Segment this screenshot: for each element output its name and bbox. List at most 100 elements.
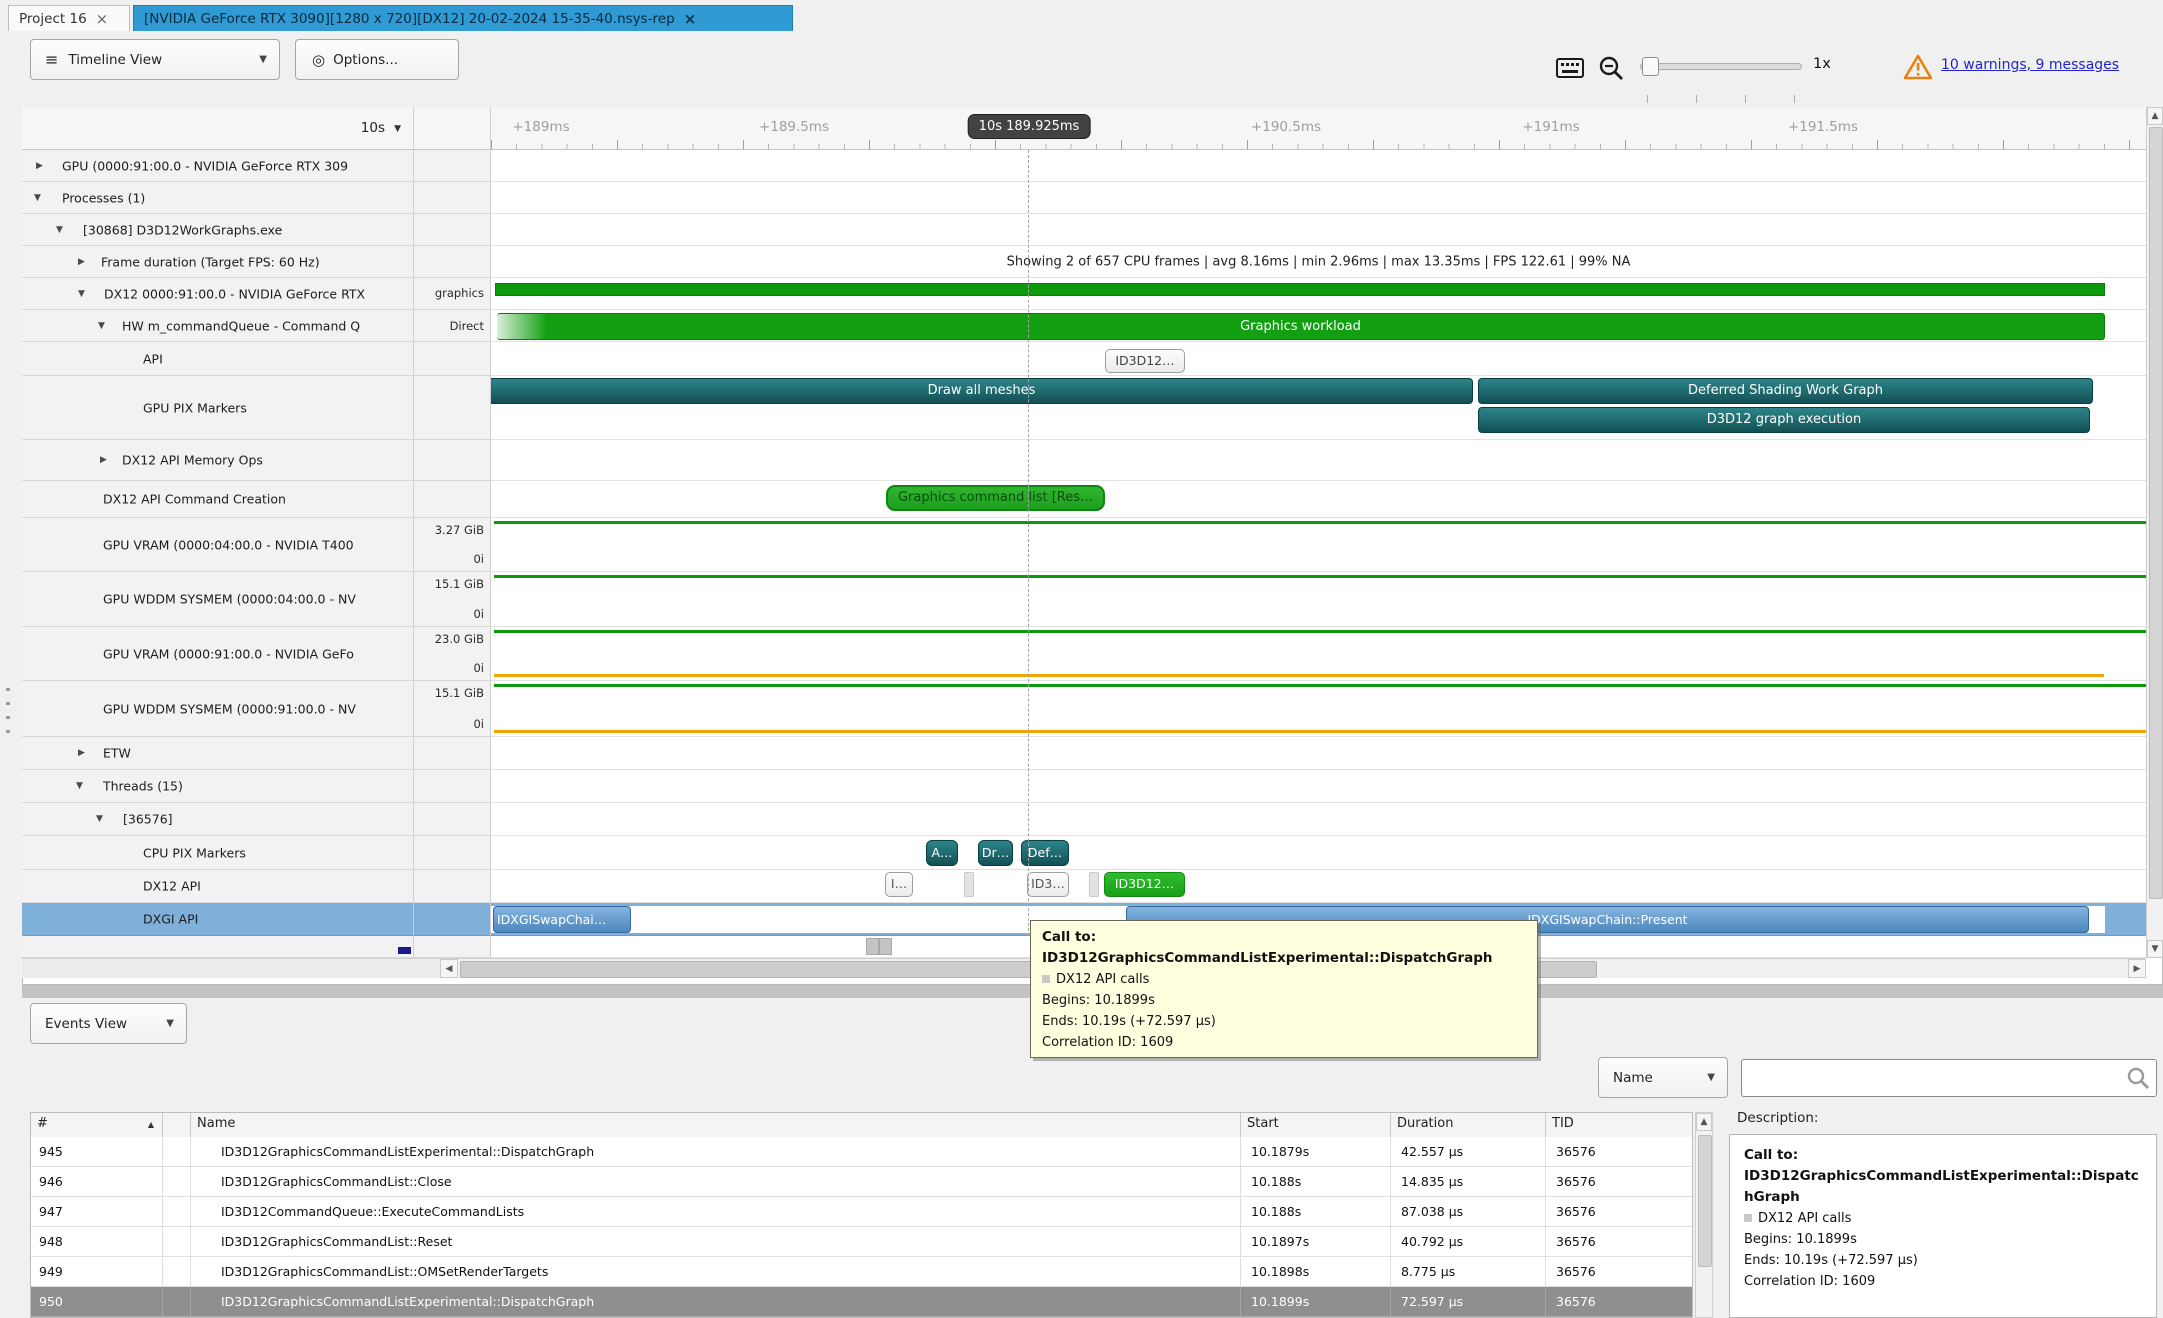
timeline-track-process[interactable]	[490, 214, 2146, 246]
tree-row-etw[interactable]: ▶ ETW	[22, 737, 413, 770]
tree-row-gpu-pix-markers[interactable]: GPU PIX Markers	[22, 376, 413, 440]
expand-collapsed-icon[interactable]: ▶	[78, 748, 85, 758]
dx12-dispatch-graph-box[interactable]: ID3D12…	[1104, 872, 1185, 897]
zoom-out-icon[interactable]	[1598, 55, 1624, 81]
timeline-track-command-creation[interactable]: Graphics command list [Res…	[490, 481, 2146, 518]
expand-collapsed-icon[interactable]: ▶	[36, 161, 43, 171]
command-list-bar[interactable]: Graphics command list [Res…	[886, 485, 1105, 511]
partial-event-box[interactable]	[879, 938, 892, 955]
column-header-start[interactable]: Start	[1241, 1113, 1391, 1137]
origin-dropdown-icon[interactable]: ▼	[394, 124, 401, 134]
view-selector-dropdown[interactable]: ≡ Timeline View ▼	[30, 39, 280, 80]
options-button[interactable]: ◎ Options...	[295, 39, 459, 80]
timeline-track-sysmem-04[interactable]	[490, 572, 2146, 627]
event-row-945[interactable]: 945 ID3D12GraphicsCommandListExperimenta…	[31, 1137, 1693, 1167]
expand-expanded-icon[interactable]: ▼	[34, 193, 41, 203]
tree-header[interactable]: 10s ▼	[22, 107, 413, 150]
scroll-left-icon[interactable]: ◀	[440, 959, 458, 978]
expand-expanded-icon[interactable]: ▼	[76, 781, 83, 791]
draw-all-meshes-bar[interactable]: Draw all meshes	[491, 378, 1473, 404]
timeline-track-hw-queue[interactable]: Graphics workload	[490, 310, 2146, 342]
left-splitter-handle[interactable]	[6, 688, 10, 744]
tree-row-api[interactable]: API	[22, 342, 413, 376]
column-header-spacer[interactable]	[163, 1113, 191, 1137]
event-row-947[interactable]: 947 ID3D12CommandQueue::ExecuteCommandLi…	[31, 1197, 1693, 1227]
dx12-call-sliver[interactable]	[1089, 872, 1099, 897]
events-table-vscrollbar[interactable]: ▲	[1695, 1112, 1713, 1318]
timeline-track-gpu-pix[interactable]: Draw all meshes Deferred Shading Work Gr…	[490, 376, 2146, 440]
column-header-duration[interactable]: Duration	[1391, 1113, 1546, 1137]
timeline-track-cpu-pix[interactable]: A… Dr… Def…	[490, 836, 2146, 870]
timeline-track-api[interactable]: ID3D12…	[490, 342, 2146, 376]
timeline-track-frame-duration[interactable]: Showing 2 of 657 CPU frames | avg 8.16ms…	[490, 246, 2146, 278]
tree-row-gpu[interactable]: ▶ GPU (0000:91:00.0 - NVIDIA GeForce RTX…	[22, 150, 413, 182]
tree-row-gpu-vram-3090[interactable]: GPU VRAM (0000:91:00.0 - NVIDIA GeFo	[22, 627, 413, 681]
tree-row-command-creation[interactable]: DX12 API Command Creation	[22, 481, 413, 518]
timeline-track-gpu[interactable]	[490, 150, 2146, 182]
tab-project[interactable]: Project 16 ×	[8, 5, 130, 31]
timeline-track-memory-ops[interactable]	[490, 440, 2146, 481]
dxgi-swapchain-bar[interactable]: IDXGISwapChai…	[493, 906, 631, 933]
dx12-call-box-1[interactable]: I…	[885, 872, 913, 897]
cpu-marker-dr-box[interactable]: Dr…	[978, 840, 1013, 866]
tab-report-close-icon[interactable]: ×	[684, 12, 697, 26]
expand-expanded-icon[interactable]: ▼	[98, 321, 105, 331]
tree-row-wddm-sysmem-3090[interactable]: GPU WDDM SYSMEM (0000:91:00.0 - NV	[22, 681, 413, 737]
time-marker-badge[interactable]: 10s 189.925ms	[968, 114, 1091, 139]
scroll-up-icon[interactable]: ▲	[2147, 107, 2163, 125]
expand-expanded-icon[interactable]: ▼	[78, 289, 85, 299]
expand-collapsed-icon[interactable]: ▶	[100, 455, 107, 465]
timeline-track-processes[interactable]	[490, 182, 2146, 214]
event-row-948[interactable]: 948 ID3D12GraphicsCommandList::Reset 10.…	[31, 1227, 1693, 1257]
column-header-tid[interactable]: TID	[1546, 1113, 1693, 1137]
tree-row-threads[interactable]: ▼ Threads (15)	[22, 770, 413, 803]
search-icon[interactable]	[2126, 1066, 2150, 1094]
tree-row-memory-ops[interactable]: ▶ DX12 API Memory Ops	[22, 440, 413, 481]
timeline-track-vram-t400[interactable]	[490, 518, 2146, 572]
tree-row-processes[interactable]: ▼ Processes (1)	[22, 182, 413, 214]
tree-row-frame-duration[interactable]: ▶ Frame duration (Target FPS: 60 Hz)	[22, 246, 413, 278]
timeline-track-dx12-api[interactable]: I… ID3… ID3D12…	[490, 870, 2146, 903]
dx12-call-box-2[interactable]: ID3…	[1027, 872, 1069, 897]
events-vscrollbar-thumb[interactable]	[1698, 1135, 1712, 1267]
timeline-track-threads[interactable]	[490, 770, 2146, 803]
graph-execution-bar[interactable]: D3D12 graph execution	[1478, 407, 2090, 433]
event-row-950-selected[interactable]: 950 ID3D12GraphicsCommandListExperimenta…	[31, 1287, 1693, 1317]
tree-row-process-30868[interactable]: ▼ [30868] D3D12WorkGraphs.exe	[22, 214, 413, 246]
timeline-vscrollbar[interactable]: ▲ ▼	[2146, 107, 2163, 958]
cpu-marker-a-box[interactable]: A…	[926, 840, 958, 866]
api-call-box[interactable]: ID3D12…	[1105, 349, 1185, 373]
tree-row-cpu-pix-markers[interactable]: CPU PIX Markers	[22, 836, 413, 870]
timeline-ruler[interactable]: +189ms +189.5ms +190.5ms +191ms +191.5ms…	[490, 107, 2146, 150]
filter-field-dropdown[interactable]: Name ▼	[1598, 1057, 1728, 1098]
vscrollbar-thumb[interactable]	[2149, 127, 2163, 899]
timeline-track-dx12-device[interactable]	[490, 278, 2146, 310]
zoom-slider-handle[interactable]	[1642, 57, 1659, 76]
column-header-name[interactable]: Name	[191, 1113, 1241, 1137]
warnings-link[interactable]: 10 warnings, 9 messages	[1941, 57, 2119, 73]
search-input[interactable]	[1746, 1062, 2120, 1094]
events-view-dropdown[interactable]: Events View ▼	[30, 1003, 187, 1044]
deferred-shading-bar[interactable]: Deferred Shading Work Graph	[1478, 378, 2093, 404]
tab-project-close-icon[interactable]: ×	[96, 12, 109, 26]
scroll-down-icon[interactable]: ▼	[2147, 940, 2163, 958]
tree-row-wddm-sysmem-04[interactable]: GPU WDDM SYSMEM (0000:04:00.0 - NV	[22, 572, 413, 627]
timeline-track-thread[interactable]	[490, 803, 2146, 836]
keyboard-shortcuts-icon[interactable]	[1556, 58, 1584, 78]
event-row-946[interactable]: 946 ID3D12GraphicsCommandList::Close 10.…	[31, 1167, 1693, 1197]
tree-row-hw-command-queue[interactable]: ▼ HW m_commandQueue - Command Q	[22, 310, 413, 342]
tree-row-dx12-api[interactable]: DX12 API	[22, 870, 413, 903]
tree-row-gpu-vram-t400[interactable]: GPU VRAM (0000:04:00.0 - NVIDIA T400	[22, 518, 413, 572]
graphics-workload-bar[interactable]: Graphics workload	[497, 313, 2105, 340]
graphics-queue-bar[interactable]	[495, 283, 2105, 296]
scroll-right-icon[interactable]: ▶	[2128, 959, 2146, 978]
dx12-call-sliver[interactable]	[964, 872, 974, 897]
expand-expanded-icon[interactable]: ▼	[56, 225, 63, 235]
expand-collapsed-icon[interactable]: ▶	[78, 257, 85, 267]
tree-row-thread-36576[interactable]: ▼ [36576]	[22, 803, 413, 836]
tree-row-dx12-device[interactable]: ▼ DX12 0000:91:00.0 - NVIDIA GeForce RTX	[22, 278, 413, 310]
partial-event-box[interactable]	[866, 938, 879, 955]
timeline-track-vram-3090[interactable]	[490, 627, 2146, 681]
zoom-slider-track[interactable]	[1640, 63, 1802, 70]
event-row-949[interactable]: 949 ID3D12GraphicsCommandList::OMSetRend…	[31, 1257, 1693, 1287]
